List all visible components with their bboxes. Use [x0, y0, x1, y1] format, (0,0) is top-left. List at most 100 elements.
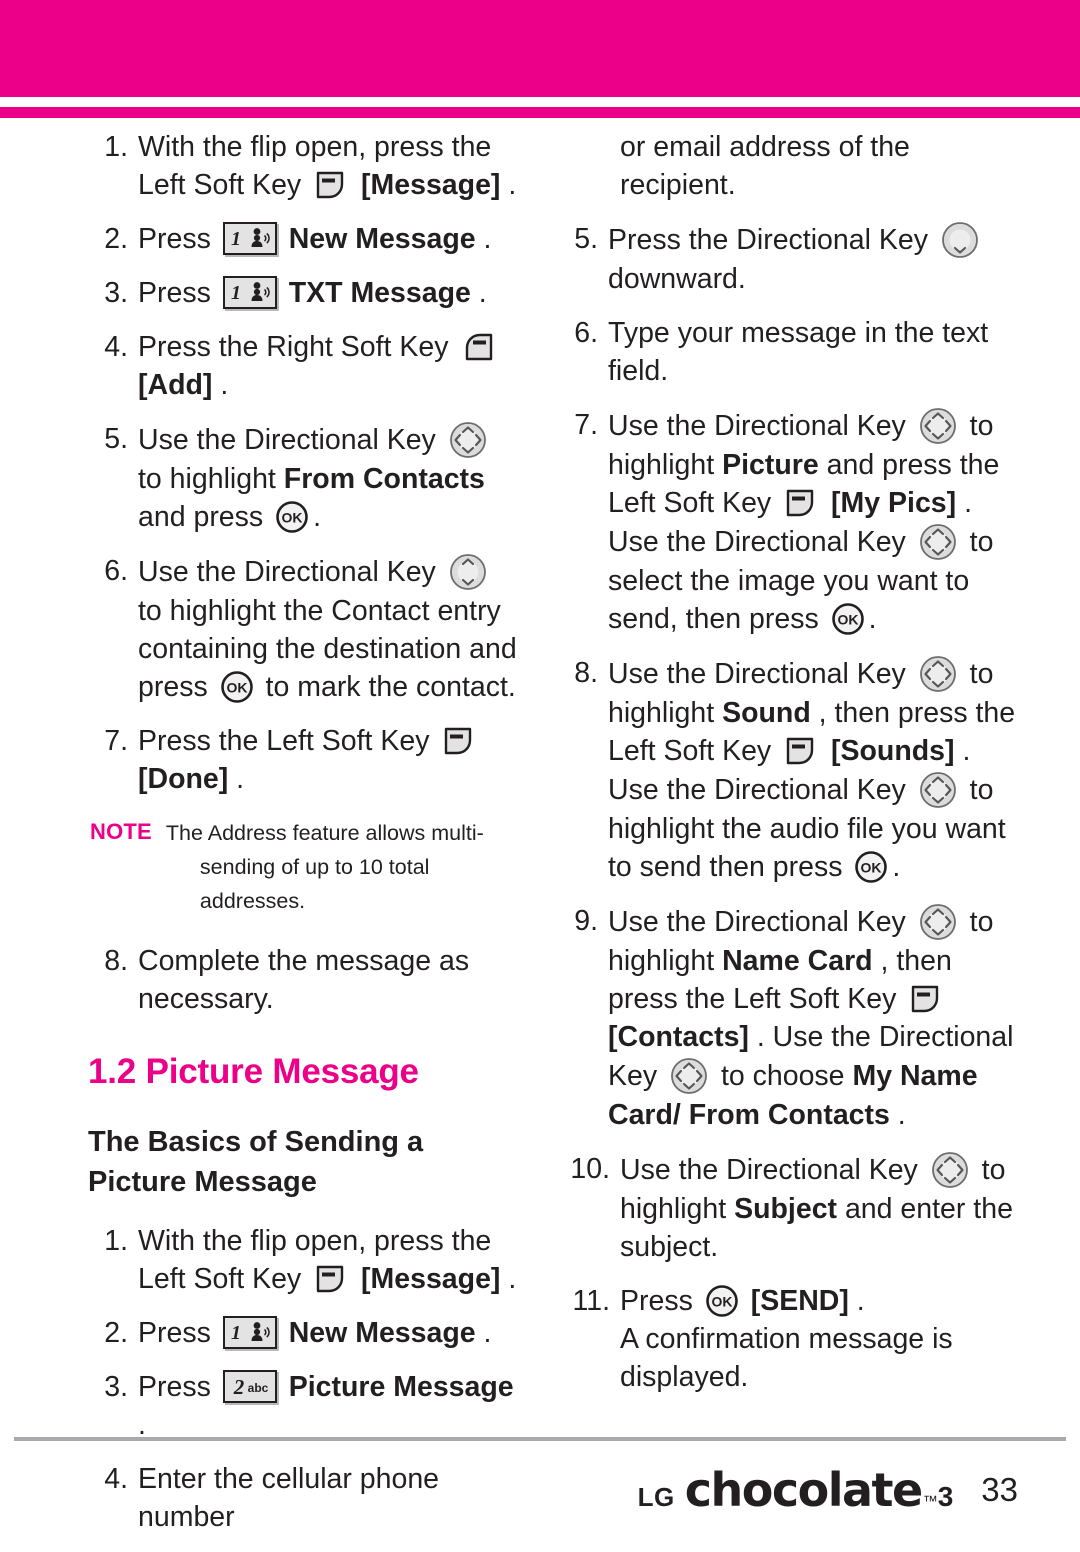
- body-text: downward.: [608, 263, 746, 295]
- body-text: Press the Right Soft Key: [138, 331, 457, 363]
- directional-key-4way-icon: [918, 654, 958, 694]
- emphasis-text: Subject: [734, 1193, 845, 1225]
- instruction-step: 1. With the flip open, press the Left Sof…: [88, 128, 522, 204]
- ok-key-icon: OK: [705, 1284, 739, 1318]
- ok-key-icon: OK: [831, 602, 865, 636]
- keypad-1-voicemail-icon: 1: [222, 222, 277, 255]
- instruction-step: 6. Type your message in the text field.: [558, 314, 1020, 390]
- step-text: Use the Directional Key to highlight Nam…: [608, 902, 1020, 1134]
- ok-key-icon: OK: [854, 850, 888, 884]
- directional-key-4way-icon: [448, 420, 488, 460]
- step-number: 9.: [574, 905, 598, 937]
- body-text: Use the Directional Key: [608, 906, 914, 938]
- page-body: 1. With the flip open, press the Left Sof…: [0, 128, 1080, 1533]
- body-text: and press: [138, 501, 272, 533]
- instruction-step: 5. Press the Directional Key downward.: [558, 220, 1020, 298]
- body-text: Use the Directional Key: [620, 1154, 926, 1186]
- right-column: or email address of the recipient. 5. Pre…: [540, 128, 1080, 1418]
- step-number: 3.: [104, 277, 128, 309]
- instruction-step: 10. Use the Directional Key to highlight …: [558, 1150, 1020, 1266]
- body-text: A confirmation message is displayed.: [620, 1323, 953, 1393]
- svg-text:1: 1: [231, 282, 241, 304]
- instruction-step: 9. Use the Directional Key to highlight N…: [558, 902, 1020, 1134]
- step-text: Complete the message as necessary.: [138, 945, 470, 1015]
- note-label: NOTE: [90, 819, 152, 844]
- step-number: 7.: [104, 725, 128, 757]
- emphasis-text: [Sounds]: [823, 735, 963, 767]
- left-soft-key-icon: [909, 984, 943, 1014]
- step-number: 2.: [104, 223, 128, 255]
- step-text: Press 1 New Message .: [138, 1314, 522, 1352]
- footer-divider: [14, 1437, 1066, 1441]
- svg-text:2: 2: [233, 1375, 245, 1399]
- left-soft-key-icon: [784, 736, 818, 766]
- left-soft-key-icon: [314, 170, 348, 200]
- step-text: Use the Directional Key to highlight Sub…: [620, 1150, 1020, 1266]
- emphasis-text: Picture Message: [280, 1371, 514, 1403]
- step-text: Press 1 New Message .: [138, 220, 522, 258]
- keypad-1-voicemail-icon: 1: [222, 1316, 277, 1349]
- instruction-step: 2. Press 1 New Message .: [88, 1314, 522, 1352]
- step-number: 10.: [570, 1153, 610, 1185]
- body-text: Type your message in the text field.: [608, 317, 989, 387]
- continuation-line: or email address of the recipient.: [558, 128, 1020, 204]
- ok-key-icon: OK: [220, 670, 254, 704]
- instruction-step: 2. Press 1 New Message .: [88, 220, 522, 258]
- step-text: Press the Directional Key downward.: [608, 220, 1020, 298]
- left-column: 1. With the flip open, press the Left Sof…: [0, 128, 540, 1533]
- emphasis-text: [Message]: [353, 1263, 509, 1295]
- step-number: 1.: [104, 131, 128, 163]
- step-8-complete-message: 8. Complete the message as necessary.: [88, 942, 522, 1018]
- left-soft-key-icon: [314, 1264, 348, 1294]
- body-text: .: [508, 1263, 517, 1295]
- svg-text:OK: OK: [282, 510, 303, 526]
- logo-trademark-icon: ™: [922, 1493, 938, 1510]
- body-text: Press: [620, 1285, 701, 1317]
- sub-heading: The Basics of Sending a Picture Message: [88, 1126, 424, 1198]
- emphasis-text: [SEND]: [742, 1285, 857, 1317]
- body-text: .: [892, 851, 901, 883]
- emphasis-text: [Done]: [138, 763, 237, 795]
- keypad-1-voicemail-icon: 1: [222, 276, 277, 309]
- body-text: .: [313, 501, 322, 533]
- body-text: .: [236, 763, 245, 795]
- left-soft-key-icon: [442, 726, 476, 756]
- instruction-step: 3. Press 1 TXT Message .: [88, 274, 522, 312]
- svg-text:OK: OK: [226, 680, 247, 696]
- page-footer: LG chocolate ™ 3 33: [0, 1455, 1080, 1525]
- body-text: Press the Directional Key: [608, 224, 936, 256]
- step-number: 8.: [574, 657, 598, 689]
- right-soft-key-icon: [461, 332, 495, 362]
- instruction-step: 6. Use the Directional Key to highlight t…: [88, 552, 522, 706]
- svg-text:1: 1: [231, 228, 241, 250]
- step-text: Press 1 TXT Message .: [138, 274, 522, 312]
- left-soft-key-icon: [784, 488, 818, 518]
- instruction-step: 3. Press 2 abc Picture Message .: [88, 1368, 522, 1444]
- body-text: to choose: [713, 1060, 853, 1092]
- logo-lg-text: LG: [637, 1482, 675, 1512]
- svg-text:OK: OK: [711, 1294, 732, 1310]
- step-text: Type your message in the text field.: [608, 314, 1020, 390]
- instruction-step: 11. Press OK [SEND] . A confirmation mess…: [558, 1282, 1020, 1396]
- step-number: 3.: [104, 1371, 128, 1403]
- note-line-1: The Address feature allows multi-: [165, 821, 484, 845]
- svg-text:1: 1: [231, 1322, 241, 1344]
- header-accent-band: [0, 0, 1080, 97]
- body-text: .: [220, 369, 229, 401]
- instruction-step: 7. Press the Left Soft Key [Done] .: [88, 722, 522, 798]
- body-text: Use the Directional Key: [138, 424, 444, 456]
- step-text: With the flip open, press the Left Soft …: [138, 1222, 522, 1298]
- step-number: 4.: [104, 331, 128, 363]
- note-line-2: sending of up to 10 total addresses.: [199, 855, 430, 913]
- svg-text:OK: OK: [861, 860, 882, 876]
- continuation-text: or email address of the recipient.: [620, 131, 910, 201]
- directional-key-down-icon: [940, 220, 980, 260]
- picture-message-steps-continued: 5. Press the Directional Key downward. 6.…: [558, 220, 1020, 1396]
- emphasis-text: Sound: [722, 697, 819, 729]
- emphasis-text: [Message]: [353, 169, 509, 201]
- step-number: 6.: [104, 555, 128, 587]
- instruction-step: 5. Use the Directional Key to highlight F…: [88, 420, 522, 536]
- body-text: Press: [138, 223, 219, 255]
- emphasis-text: New Message: [280, 223, 484, 255]
- directional-key-4way-icon: [918, 406, 958, 446]
